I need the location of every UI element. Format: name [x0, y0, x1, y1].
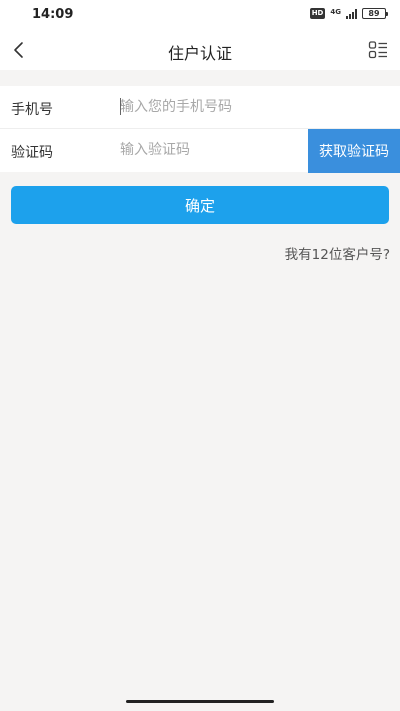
list-menu-icon[interactable] — [368, 40, 388, 60]
signal-icon — [346, 8, 357, 19]
battery-icon: 89 — [362, 8, 388, 19]
nav-bar: 住户认证 — [0, 30, 400, 70]
code-input[interactable] — [120, 138, 300, 162]
hd-icon: HD — [309, 8, 326, 19]
status-bar: 14:09 HD 4G 89 — [0, 0, 400, 30]
phone-input[interactable] — [120, 95, 300, 119]
get-code-button[interactable]: 获取验证码 — [308, 129, 400, 173]
network-type-icon: 4G — [330, 7, 341, 16]
verification-form: 手机号 验证码 获取验证码 — [0, 86, 400, 173]
customer-number-link[interactable]: 我有12位客户号? — [285, 243, 390, 263]
page-title: 住户认证 — [167, 44, 232, 63]
text-cursor — [120, 98, 121, 115]
phone-row: 手机号 — [0, 86, 400, 129]
confirm-button[interactable]: 确定 — [11, 186, 389, 224]
code-label: 验证码 — [11, 145, 53, 161]
phone-label: 手机号 — [11, 102, 53, 118]
code-row: 验证码 获取验证码 — [0, 129, 400, 173]
home-indicator[interactable] — [126, 700, 274, 703]
status-icons: HD 4G 89 — [309, 7, 388, 19]
status-time: 14:09 — [32, 7, 74, 22]
